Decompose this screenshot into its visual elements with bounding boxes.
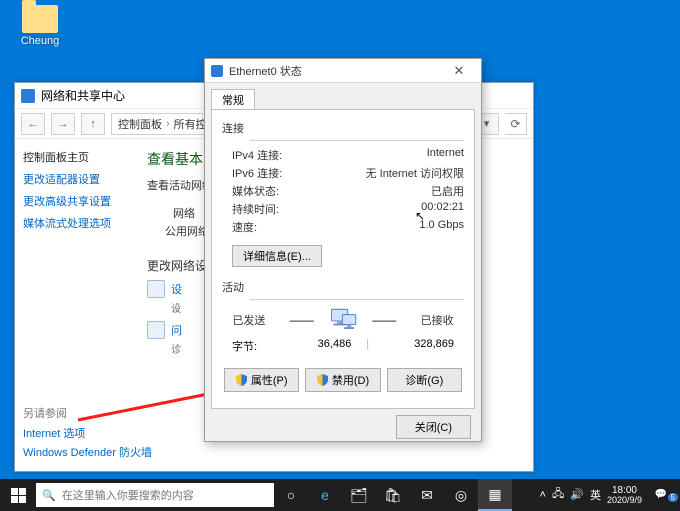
sidebar-link-media[interactable]: 媒体流式处理选项: [23, 215, 125, 231]
start-button[interactable]: [0, 479, 36, 511]
see-also: 另请参阅 Internet 选项 Windows Defender 防火墙: [23, 405, 152, 463]
details-button[interactable]: 详细信息(E)...: [232, 245, 322, 267]
duration-label: 持续时间:: [232, 201, 279, 217]
taskbar-apps: ○ e 🗂 🛍 ✉ ◎ ▦: [274, 479, 512, 511]
shield-icon: [317, 374, 328, 386]
search-icon: 🔍: [42, 489, 56, 502]
windows-logo-icon: [11, 488, 26, 503]
ime-indicator[interactable]: 英: [590, 487, 601, 503]
see-also-internet-options[interactable]: Internet 选项: [23, 425, 152, 441]
explorer-icon[interactable]: 🗂: [342, 479, 376, 511]
disable-button[interactable]: 禁用(D): [305, 368, 380, 392]
system-tray: ˄ 🖧 🔊 英 18:00 2020/9/9 💬: [534, 485, 680, 506]
troubleshoot-icon: [147, 321, 165, 339]
taskbar-search[interactable]: 🔍 在这里输入你要搜索的内容: [36, 483, 274, 507]
volume-icon[interactable]: 🔊: [570, 488, 584, 501]
media-value: 已启用: [431, 183, 464, 199]
connection-header: 连接: [222, 120, 464, 136]
activity-graphic: 已发送 —— —— 已接收: [222, 306, 464, 334]
taskbar: 🔍 在这里输入你要搜索的内容 ○ e 🗂 🛍 ✉ ◎ ▦ ˄ 🖧 🔊 英 18:…: [0, 479, 680, 511]
nav-back-button[interactable]: ←: [21, 113, 45, 135]
search-placeholder: 在这里输入你要搜索的内容: [62, 487, 194, 503]
tabs: 常规: [205, 83, 481, 109]
see-also-header: 另请参阅: [23, 405, 152, 421]
activity-header: 活动: [222, 279, 464, 295]
cp-title: 网络和共享中心: [41, 87, 125, 104]
sent-label: 已发送: [222, 312, 276, 328]
tray-overflow-icon[interactable]: ˄: [540, 489, 546, 501]
desktop-icon-label: Cheung: [10, 35, 70, 47]
mail-icon[interactable]: ✉: [410, 479, 444, 511]
dlg-title: Ethernet0 状态: [229, 63, 437, 79]
nav-up-button[interactable]: ↑: [81, 113, 105, 135]
clock-time: 18:00: [607, 485, 642, 496]
sidebar-link-adapter[interactable]: 更改适配器设置: [23, 171, 125, 187]
sidebar-link-sharing[interactable]: 更改高级共享设置: [23, 193, 125, 209]
tab-general[interactable]: 常规: [211, 89, 255, 110]
chrome-icon[interactable]: ◎: [444, 479, 478, 511]
controlpanel-taskbar-icon[interactable]: ▦: [478, 479, 512, 511]
nav-forward-button[interactable]: →: [51, 113, 75, 135]
duration-value: 00:02:21: [421, 201, 464, 217]
dlg-titlebar[interactable]: Ethernet0 状态 ✕: [205, 59, 481, 83]
see-also-firewall[interactable]: Windows Defender 防火墙: [23, 444, 152, 460]
network-icon: [211, 65, 223, 77]
cortana-icon[interactable]: ○: [274, 479, 308, 511]
computers-icon: [328, 306, 358, 334]
cp-app-icon: [21, 89, 35, 103]
dash-left: ——: [290, 313, 314, 327]
bytes-received: 328,869: [384, 338, 454, 354]
refresh-button[interactable]: ⟳: [505, 113, 527, 135]
wizard-icon: [147, 280, 165, 298]
ipv6-value: 无 Internet 访问权限: [366, 165, 464, 181]
close-button[interactable]: 关闭(C): [396, 415, 471, 439]
dash-right: ——: [372, 313, 396, 327]
action-center-icon[interactable]: 💬: [648, 489, 674, 500]
bytes-row: 字节: 36,486 | 328,869: [232, 338, 454, 354]
clock[interactable]: 18:00 2020/9/9: [607, 485, 642, 506]
ipv4-value: Internet: [427, 147, 464, 163]
properties-button[interactable]: 属性(P): [224, 368, 299, 392]
media-label: 媒体状态:: [232, 183, 279, 199]
network-tray-icon[interactable]: 🖧: [552, 485, 564, 504]
diagnose-button[interactable]: 诊断(G): [387, 368, 462, 392]
store-icon[interactable]: 🛍: [376, 479, 410, 511]
recv-label: 已接收: [410, 312, 464, 328]
folder-icon: [22, 5, 58, 33]
bytes-sent: 36,486: [281, 338, 351, 354]
ipv4-label: IPv4 连接:: [232, 147, 282, 163]
close-icon[interactable]: ✕: [443, 59, 475, 82]
ethernet-status-dialog: Ethernet0 状态 ✕ 常规 连接 IPv4 连接: Internet IP…: [204, 58, 482, 442]
edge-icon[interactable]: e: [308, 479, 342, 511]
bytes-label: 字节:: [232, 338, 280, 354]
speed-label: 速度:: [232, 219, 257, 235]
desktop-folder-icon[interactable]: Cheung: [10, 5, 70, 47]
sidebar-header: 控制面板主页: [23, 149, 125, 165]
dlg-body: 连接 IPv4 连接: Internet IPv6 连接: 无 Internet 访…: [211, 109, 475, 409]
shield-icon: [236, 374, 247, 386]
ipv6-label: IPv6 连接:: [232, 165, 282, 181]
clock-date: 2020/9/9: [607, 496, 642, 506]
speed-value: 1.0 Gbps: [419, 219, 464, 235]
